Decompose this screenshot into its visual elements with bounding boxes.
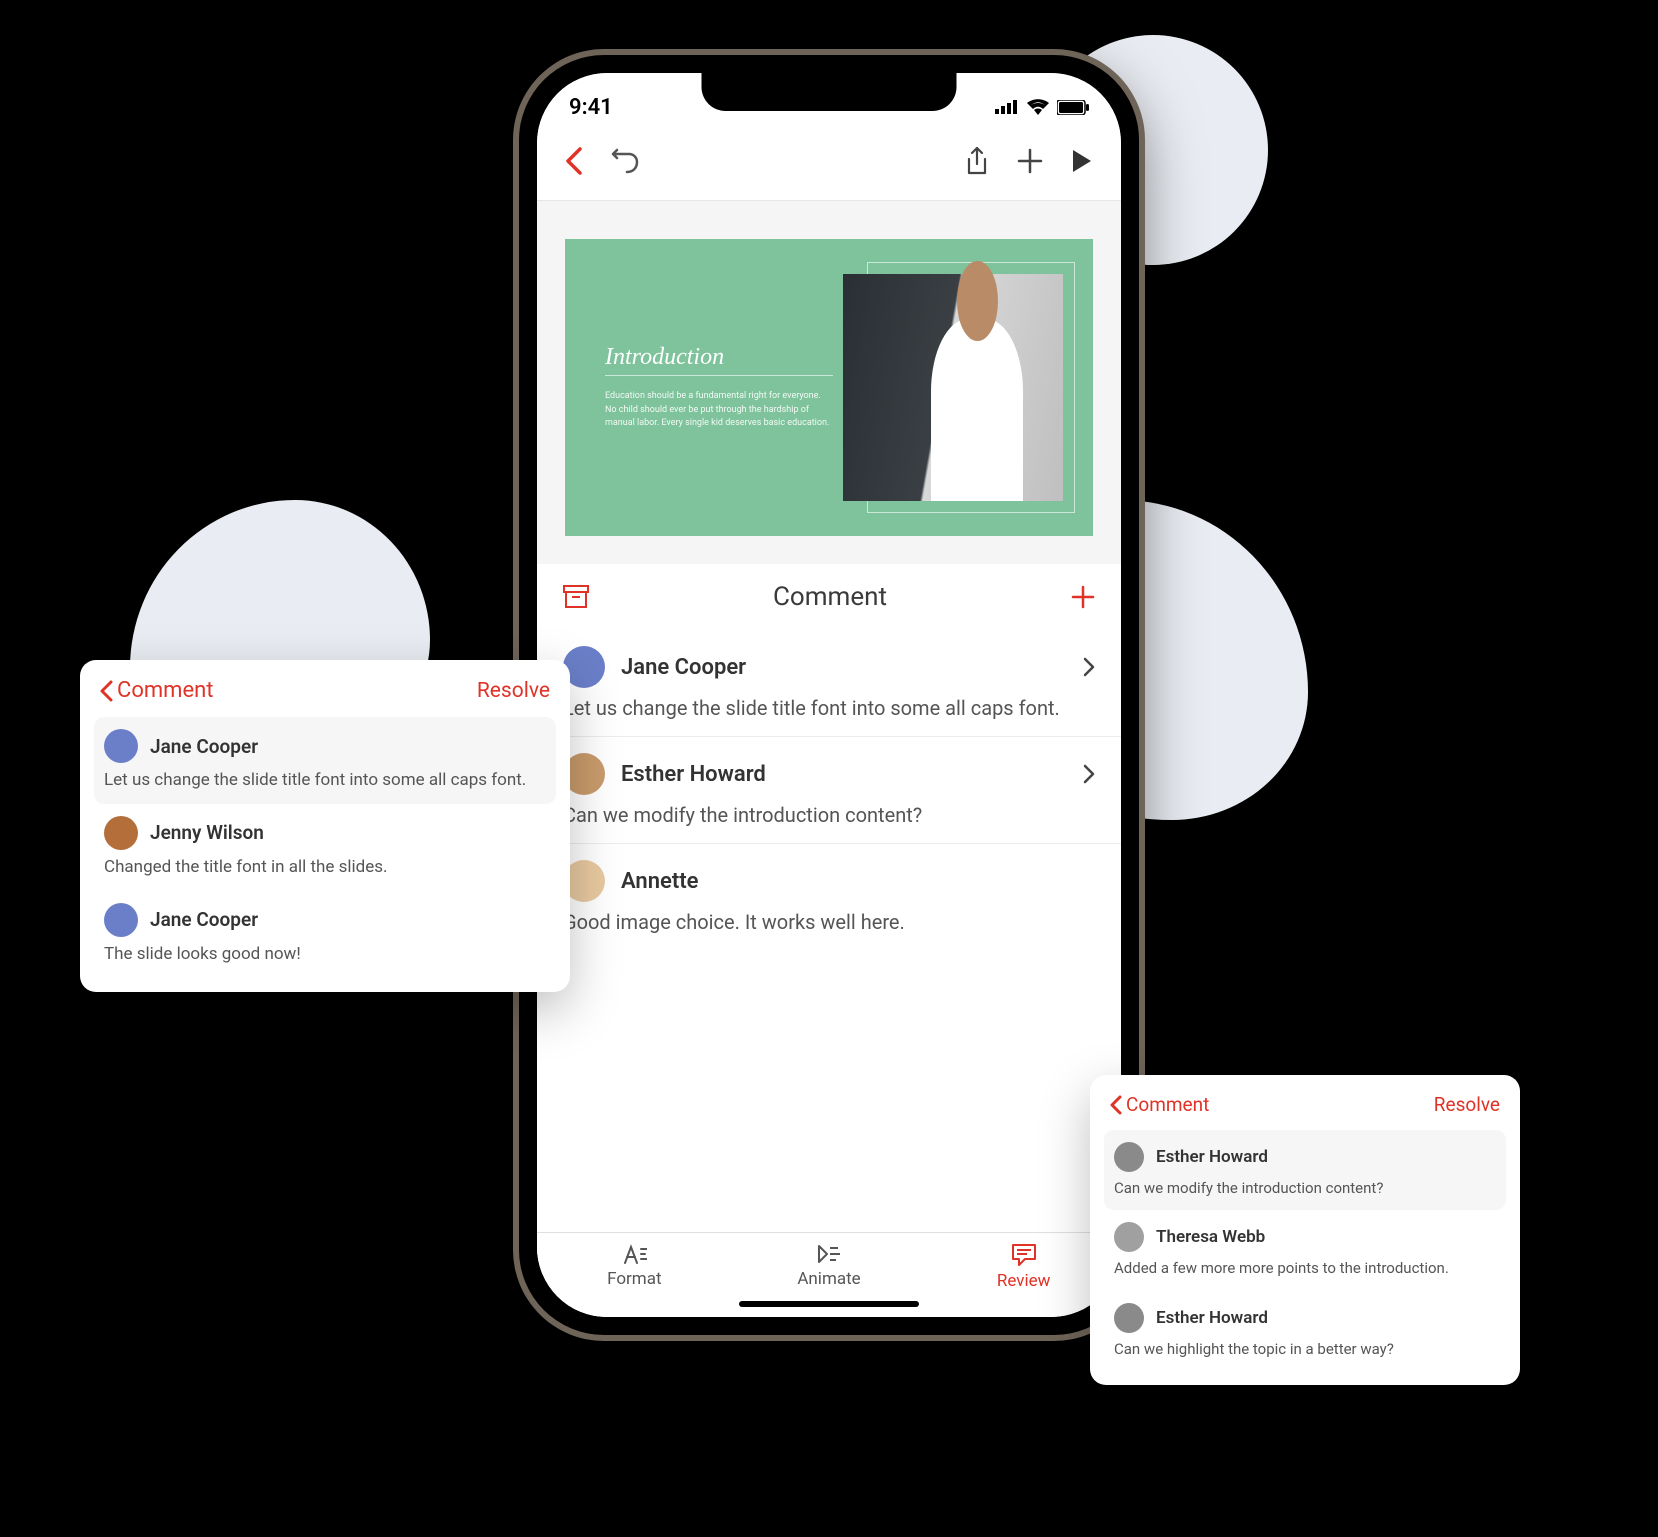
comment-item[interactable]: Esther Howard Can we modify the introduc…	[537, 737, 1121, 844]
msg-body: Changed the title font in all the slides…	[104, 856, 546, 879]
undo-icon[interactable]	[611, 148, 639, 174]
msg-author: Esther Howard	[1156, 1147, 1268, 1167]
toolbar	[537, 131, 1121, 201]
card-back-label: Comment	[1126, 1093, 1209, 1116]
msg-author: Jane Cooper	[150, 908, 258, 931]
resolve-button[interactable]: Resolve	[477, 679, 550, 703]
panel-title: Comment	[773, 582, 887, 612]
thread-message: Theresa Webb Added a few more more point…	[1104, 1210, 1506, 1290]
chevron-right-icon	[1083, 657, 1095, 677]
home-indicator[interactable]	[739, 1301, 919, 1307]
msg-author: Jenny Wilson	[150, 821, 264, 844]
status-time: 9:41	[569, 95, 613, 120]
tab-animate[interactable]: Animate	[732, 1243, 927, 1291]
battery-icon	[1057, 100, 1089, 115]
tab-format[interactable]: Format	[537, 1243, 732, 1291]
msg-author: Esther Howard	[1156, 1308, 1268, 1328]
card-back-button[interactable]: Comment	[100, 678, 213, 703]
tab-label: Animate	[797, 1269, 860, 1289]
thread-message: Jane Cooper The slide looks good now!	[94, 891, 556, 978]
commenter-name: Esther Howard	[621, 762, 1067, 787]
thread-message: Esther Howard Can we modify the introduc…	[1104, 1130, 1506, 1210]
slide-title: Introduction	[605, 344, 833, 376]
back-icon[interactable]	[565, 147, 583, 175]
play-icon[interactable]	[1071, 148, 1093, 174]
archive-icon[interactable]	[563, 585, 589, 609]
share-icon[interactable]	[965, 146, 989, 176]
avatar	[1114, 1222, 1144, 1252]
slide-area: Introduction Education should be a funda…	[537, 201, 1121, 564]
msg-body: Can we modify the introduction content?	[1114, 1178, 1496, 1198]
commenter-name: Annette	[621, 869, 1095, 894]
thread-message: Jane Cooper Let us change the slide titl…	[94, 717, 556, 804]
comment-item[interactable]: Annette Good image choice. It works well…	[537, 844, 1121, 950]
avatar	[104, 729, 138, 763]
add-icon[interactable]	[1017, 148, 1043, 174]
msg-body: Added a few more more points to the intr…	[1114, 1258, 1496, 1278]
avatar	[104, 816, 138, 850]
tab-label: Review	[997, 1271, 1051, 1291]
slide-body: Education should be a fundamental right …	[605, 390, 833, 431]
screen: 9:41	[537, 73, 1121, 1317]
msg-author: Jane Cooper	[150, 735, 258, 758]
notch	[702, 73, 957, 111]
msg-body: Let us change the slide title font into …	[104, 769, 546, 792]
comment-thread-card-right: Comment Resolve Esther Howard Can we mod…	[1090, 1075, 1520, 1385]
cellular-icon	[995, 100, 1019, 114]
chevron-right-icon	[1083, 764, 1095, 784]
msg-body: Can we highlight the topic in a better w…	[1114, 1339, 1496, 1359]
comment-panel: Comment Jane Cooper Let us change the sl…	[537, 564, 1121, 1317]
resolve-button[interactable]: Resolve	[1434, 1093, 1500, 1116]
comment-body: Good image choice. It works well here.	[563, 910, 1095, 934]
avatar	[104, 903, 138, 937]
commenter-name: Jane Cooper	[621, 655, 1067, 680]
thread-message: Esther Howard Can we highlight the topic…	[1104, 1291, 1506, 1371]
comment-body: Can we modify the introduction content?	[563, 803, 1095, 827]
comment-item[interactable]: Jane Cooper Let us change the slide titl…	[537, 630, 1121, 737]
msg-body: The slide looks good now!	[104, 943, 546, 966]
tab-label: Format	[607, 1269, 661, 1289]
add-comment-icon[interactable]	[1071, 585, 1095, 609]
thread-message: Jenny Wilson Changed the title font in a…	[94, 804, 556, 891]
card-back-button[interactable]: Comment	[1110, 1093, 1209, 1116]
slide-image	[843, 274, 1063, 501]
comment-thread-card-left: Comment Resolve Jane Cooper Let us chang…	[80, 660, 570, 992]
phone-frame: 9:41	[519, 55, 1139, 1335]
wifi-icon	[1027, 99, 1049, 115]
slide-preview[interactable]: Introduction Education should be a funda…	[565, 239, 1093, 536]
avatar	[1114, 1142, 1144, 1172]
card-back-label: Comment	[117, 678, 213, 703]
avatar	[1114, 1303, 1144, 1333]
msg-author: Theresa Webb	[1156, 1227, 1265, 1247]
comment-body: Let us change the slide title font into …	[563, 696, 1095, 720]
